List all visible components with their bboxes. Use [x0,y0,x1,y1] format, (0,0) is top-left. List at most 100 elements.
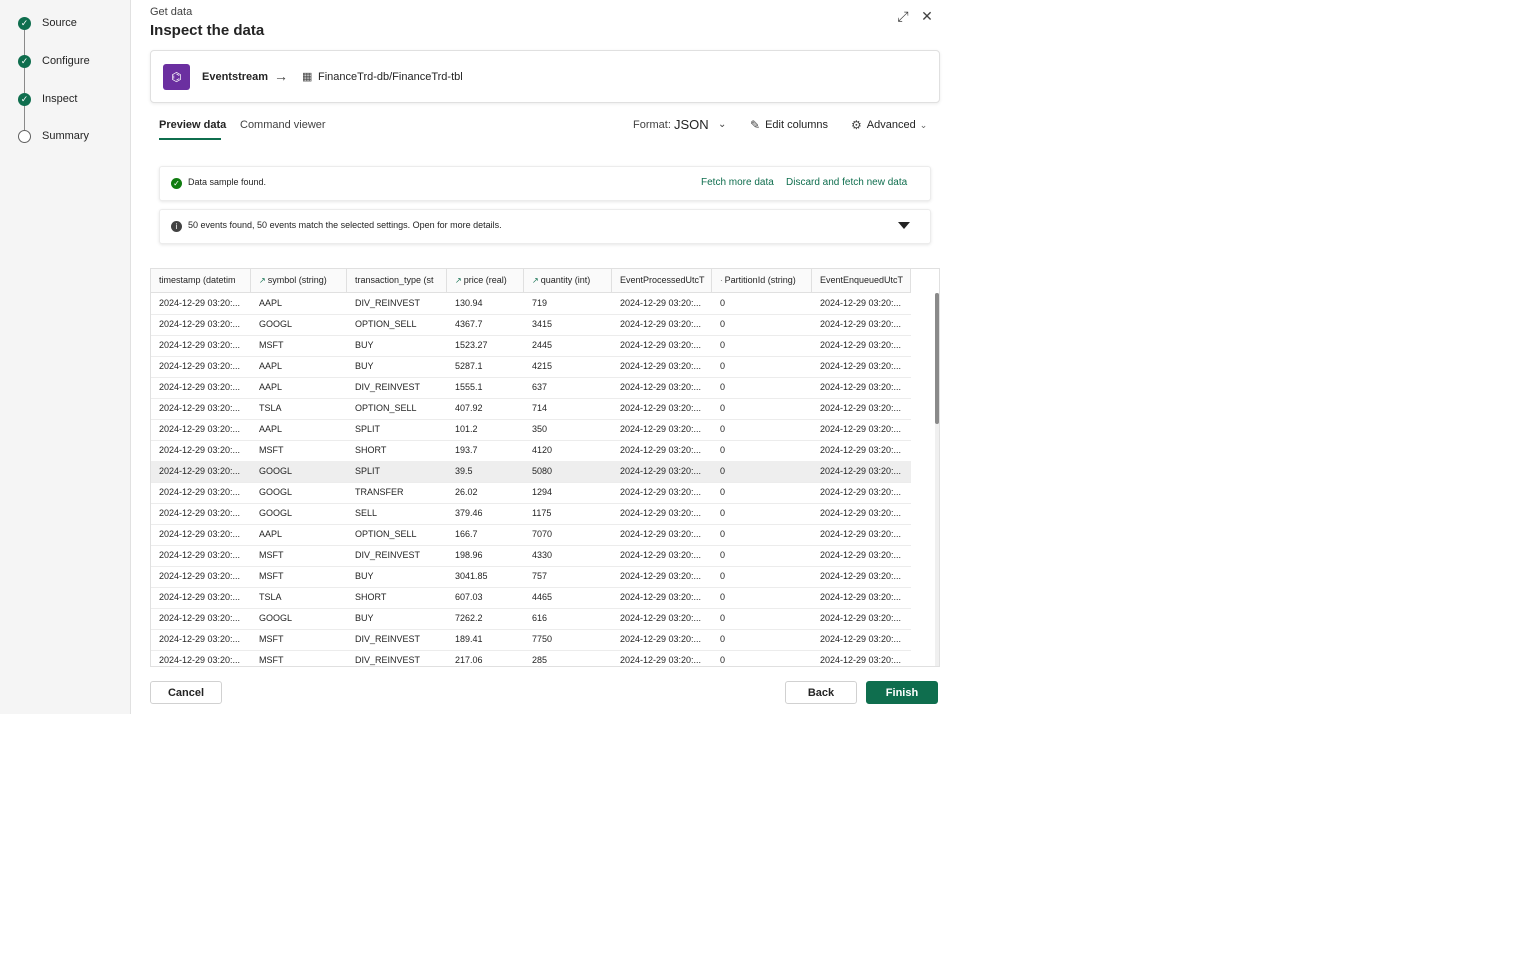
step-configure[interactable]: ✓ Configure [18,54,90,68]
table-cell: 4465 [532,592,553,602]
table-cell: 4120 [532,445,553,455]
tab-preview-data[interactable]: Preview data [159,119,226,131]
table-row[interactable]: 2024-12-29 03:20:... GOOGL OPTION_SELL 4367… [151,314,911,336]
table-cell: 757 [532,571,548,581]
table-row[interactable]: 2024-12-29 03:20:... MSFT DIV_REINVEST 217.… [151,650,911,666]
table-cell: MSFT [259,655,284,665]
table-cell: 193.7 [455,445,478,455]
column-header[interactable]: ↗ quantity (int) [524,269,612,292]
column-header[interactable]: ↗ symbol (string) [251,269,347,292]
table-cell: 1555.1 [455,382,483,392]
table-cell: 0 [720,298,726,308]
table-cell: 2024-12-29 03:20:... [159,508,241,518]
table-cell: 2024-12-29 03:20:... [620,424,702,434]
table-row[interactable]: 2024-12-29 03:20:... AAPL DIV_REINVEST 1555… [151,377,911,399]
active-tab-indicator [159,138,221,140]
format-label: Format: [633,119,671,131]
format-dropdown[interactable]: JSON [674,117,709,132]
step-source[interactable]: ✓ Source [18,16,77,30]
table-cell: 0 [720,613,726,623]
column-header[interactable]: · PartitionId (string) [712,269,812,292]
table-cell: GOOGL [259,613,293,623]
table-cell: TRANSFER [355,487,404,497]
step-inspect[interactable]: ✓ Inspect [18,92,77,106]
table-row[interactable]: 2024-12-29 03:20:... GOOGL SPLIT 39.5 5080 20… [151,461,911,483]
table-row[interactable]: 2024-12-29 03:20:... TSLA SHORT 607.03 4465 2… [151,587,911,609]
table-cell: 0 [720,550,726,560]
table-row[interactable]: 2024-12-29 03:20:... MSFT BUY 1523.27 2445 20… [151,335,911,357]
back-button[interactable]: Back [785,681,857,704]
column-header[interactable]: ↗ price (real) [447,269,524,292]
data-type-icon: ↗ [532,276,539,285]
table-row[interactable]: 2024-12-29 03:20:... MSFT BUY 3041.85 757 202… [151,566,911,588]
column-header[interactable]: timestamp (datetim [151,269,251,292]
expand-icon[interactable]: ⤢ [895,8,911,24]
table-cell: 2024-12-29 03:20:... [820,571,902,581]
close-icon[interactable]: ✕ [919,8,935,24]
table-cell: MSFT [259,634,284,644]
table-cell: 26.02 [455,487,478,497]
table-cell: DIV_REINVEST [355,550,421,560]
table-cell: 2024-12-29 03:20:... [820,550,902,560]
table-cell: 2024-12-29 03:20:... [159,382,241,392]
table-cell: AAPL [259,382,283,392]
table-cell: 189.41 [455,634,483,644]
table-cell: SPLIT [355,466,381,476]
advanced-button[interactable]: ⚙ Advanced ⌄ [851,118,927,132]
discard-and-fetch-link[interactable]: Discard and fetch new data [786,177,907,188]
table-row[interactable]: 2024-12-29 03:20:... AAPL OPTION_SELL 166.7… [151,524,911,546]
column-header[interactable]: EventEnqueuedUtcT [812,269,911,292]
table-cell: 407.92 [455,403,483,413]
edit-columns-button[interactable]: ✎ Edit columns [750,118,828,132]
table-row[interactable]: 2024-12-29 03:20:... TSLA OPTION_SELL 407.9… [151,398,911,420]
table-row[interactable]: 2024-12-29 03:20:... GOOGL TRANSFER 26.02 12… [151,482,911,504]
fetch-more-data-link[interactable]: Fetch more data [701,177,774,188]
column-header[interactable]: EventProcessedUtcT [612,269,712,292]
events-info-banner[interactable]: i 50 events found, 50 events match the s… [159,209,931,244]
expand-caret-icon[interactable] [898,222,910,229]
table-cell: 4330 [532,550,553,560]
table-cell: 1175 [532,508,552,518]
table-cell: OPTION_SELL [355,403,417,413]
table-cell: TSLA [259,592,282,602]
eventstream-icon: ⌬ [163,64,190,90]
vertical-scrollbar-thumb[interactable] [935,293,939,424]
table-cell: 1523.27 [455,340,488,350]
table-cell: 2024-12-29 03:20:... [820,403,902,413]
chevron-down-icon[interactable]: ⌄ [718,119,726,130]
table-row[interactable]: 2024-12-29 03:20:... MSFT DIV_REINVEST 189.… [151,629,911,651]
table-cell: 2024-12-29 03:20:... [159,403,241,413]
table-cell: 2024-12-29 03:20:... [620,487,702,497]
table-cell: 7262.2 [455,613,483,623]
chevron-down-icon: ⌄ [919,119,928,130]
data-sample-banner: ✓ Data sample found. Fetch more data Dis… [159,166,931,201]
table-row[interactable]: 2024-12-29 03:20:... GOOGL SELL 379.46 1175 2… [151,503,911,525]
table-cell: MSFT [259,571,284,581]
table-row[interactable]: 2024-12-29 03:20:... MSFT DIV_REINVEST 198.… [151,545,911,567]
table-row[interactable]: 2024-12-29 03:20:... AAPL SPLIT 101.2 350 202… [151,419,911,441]
data-type-icon: ↗ [259,276,266,285]
cancel-button[interactable]: Cancel [150,681,222,704]
table-row[interactable]: 2024-12-29 03:20:... MSFT SHORT 193.7 4120 20… [151,440,911,462]
table-row[interactable]: 2024-12-29 03:20:... GOOGL BUY 7262.2 616 202… [151,608,911,630]
table-cell: 2024-12-29 03:20:... [620,319,702,329]
table-row[interactable]: 2024-12-29 03:20:... AAPL DIV_REINVEST 130.… [151,293,911,315]
table-cell: 5287.1 [455,361,483,371]
table-cell: 2024-12-29 03:20:... [159,340,241,350]
table-cell: TSLA [259,403,282,413]
table-cell: 2445 [532,340,553,350]
destination-label: FinanceTrd-db/FinanceTrd-tbl [318,71,463,83]
table-cell: 217.06 [455,655,483,665]
table-cell: DIV_REINVEST [355,382,421,392]
banner-message: Data sample found. [188,177,267,187]
finish-button[interactable]: Finish [866,681,938,704]
step-summary[interactable]: Summary [18,129,89,143]
column-header[interactable]: transaction_type (st [347,269,447,292]
tab-command-viewer[interactable]: Command viewer [240,119,326,131]
table-cell: GOOGL [259,319,293,329]
table-cell: 719 [532,298,548,308]
data-type-icon: · [720,276,723,285]
table-row[interactable]: 2024-12-29 03:20:... AAPL BUY 5287.1 4215 202… [151,356,911,378]
table-cell: 198.96 [455,550,483,560]
table-cell: 2024-12-29 03:20:... [159,655,241,665]
